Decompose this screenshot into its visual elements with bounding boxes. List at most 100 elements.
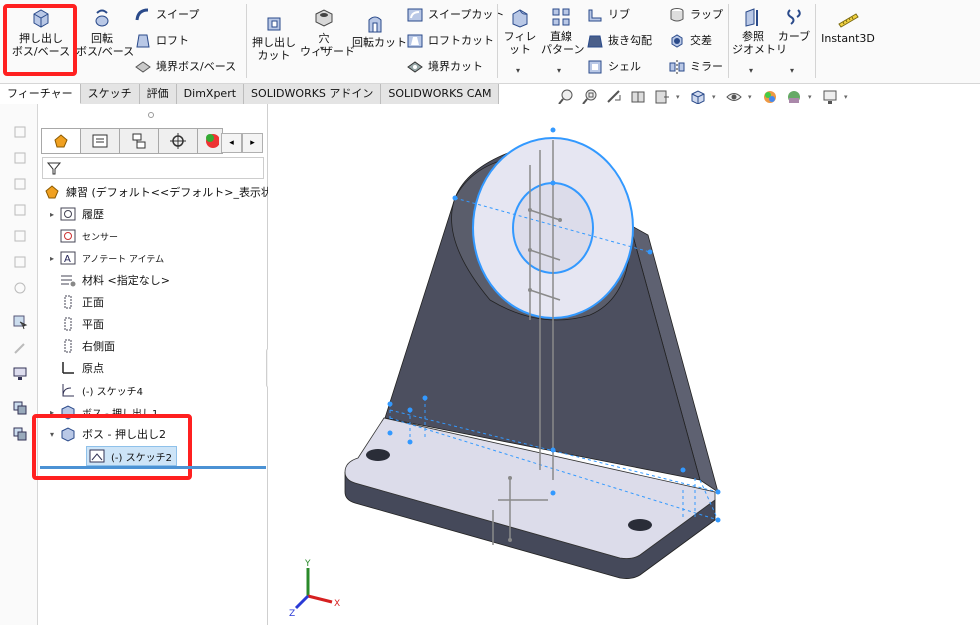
reference-geometry-button[interactable]: 参照 ジオメトリ xyxy=(732,6,787,56)
ribbon-separator xyxy=(246,4,247,78)
dropdown-icon[interactable]: ▾ xyxy=(844,93,852,101)
curves-label: カーブ xyxy=(777,30,811,43)
linear-pattern-label: 直線 パターン xyxy=(541,30,585,56)
boundary-cut-button[interactable]: 境界カット xyxy=(406,57,483,77)
display-icon[interactable] xyxy=(9,364,31,384)
tab-sketch[interactable]: スケッチ xyxy=(80,84,140,104)
left-selection-toolbar xyxy=(0,104,38,625)
box-select-icon[interactable] xyxy=(9,226,31,246)
lofted-cut-button[interactable]: ロフトカット xyxy=(406,31,494,51)
instant3d-button[interactable]: Instant3D xyxy=(818,8,878,45)
command-manager-tabs: フィーチャー スケッチ 評価 DimXpert SOLIDWORKS アドイン … xyxy=(0,84,500,104)
shell-button[interactable]: シェル xyxy=(586,57,641,77)
intersect-button[interactable]: 交差 xyxy=(668,31,712,51)
sphere-icon[interactable] xyxy=(9,278,31,298)
dropdown-icon[interactable]: ▾ xyxy=(808,93,816,101)
tree-item-right-plane[interactable]: 右側面 xyxy=(46,336,115,356)
curves-dropdown-icon[interactable]: ▾ xyxy=(790,66,794,75)
fillet-icon xyxy=(512,9,528,28)
box-select-icon[interactable] xyxy=(9,122,31,142)
curves-icon xyxy=(787,9,801,25)
tab-evaluate[interactable]: 評価 xyxy=(139,84,177,104)
box-select-icon[interactable] xyxy=(9,200,31,220)
wrap-icon xyxy=(670,8,684,22)
tree-item-material[interactable]: 材料 <指定なし> xyxy=(46,270,170,290)
loft-button[interactable]: ロフト xyxy=(134,31,189,51)
sweep-button[interactable]: スイープ xyxy=(134,5,199,25)
tree-item-sensors[interactable]: センサー xyxy=(46,226,118,246)
dimxpert-manager-tab-icon[interactable] xyxy=(158,128,198,154)
annotation-icon: A xyxy=(58,249,78,267)
shell-icon xyxy=(588,60,602,74)
panel-grip-icon[interactable] xyxy=(148,112,154,118)
feature-manager-tab-icon[interactable] xyxy=(41,128,81,154)
ribbon-separator xyxy=(728,4,729,78)
lofted-cut-label: ロフトカット xyxy=(428,34,494,47)
graphics-area[interactable] xyxy=(268,104,980,625)
tree-item-label: (-) スケッチ4 xyxy=(82,386,143,398)
scroll-right-icon[interactable]: ▸ xyxy=(242,133,263,153)
loft-label: ロフト xyxy=(156,34,189,47)
reference-geometry-icon xyxy=(745,8,758,27)
scroll-left-icon[interactable]: ◂ xyxy=(221,133,242,153)
box-select-icon[interactable] xyxy=(9,148,31,168)
extrude-cut-button[interactable]: 押し出し カット xyxy=(250,14,298,62)
extrude-cut-label: 押し出し カット xyxy=(252,36,296,62)
tab-features[interactable]: フィーチャー xyxy=(0,84,81,104)
intersect-label: 交差 xyxy=(690,34,712,47)
move-icon[interactable] xyxy=(9,424,31,444)
reference-geometry-dropdown-icon[interactable]: ▾ xyxy=(749,66,753,75)
expand-arrow-icon[interactable]: ▸ xyxy=(46,210,58,219)
history-icon xyxy=(58,205,78,223)
configuration-manager-tab-icon[interactable] xyxy=(119,128,159,154)
dropdown-icon[interactable]: ▾ xyxy=(748,93,756,101)
fillet-button[interactable]: フィレット xyxy=(500,8,540,56)
display-manager-tab-icon[interactable] xyxy=(197,128,223,154)
copy-icon[interactable] xyxy=(9,398,31,418)
rib-button[interactable]: リブ xyxy=(586,5,630,25)
edit-tool-icon[interactable] xyxy=(9,338,31,358)
curves-button[interactable]: カーブ xyxy=(776,6,812,43)
dropdown-icon[interactable]: ▾ xyxy=(676,93,684,101)
svg-text:A: A xyxy=(64,254,71,265)
select-cursor-icon[interactable] xyxy=(9,312,31,332)
linear-pattern-button[interactable]: 直線 パターン xyxy=(541,6,585,56)
tree-root-part[interactable]: 練習 (デフォルト<<デフォルト>_表示状態 1> xyxy=(42,182,303,202)
tree-item-origin[interactable]: 原点 xyxy=(46,358,104,378)
ribbon-separator xyxy=(815,4,816,78)
rollback-bar[interactable] xyxy=(40,466,266,469)
swept-cut-button[interactable]: スイープカット xyxy=(406,5,504,25)
feature-manager-panel: ◂ ▸ 練習 (デフォルト<<デフォルト>_表示状態 1> ▸ 履歴 センサー … xyxy=(32,104,303,625)
mirror-icon xyxy=(669,60,685,74)
hole-wizard-dropdown-icon[interactable]: ▾ xyxy=(320,44,324,53)
property-manager-tab-icon[interactable] xyxy=(80,128,120,154)
plane-icon xyxy=(58,337,78,355)
boundary-boss-button[interactable]: 境界ボス/ベース xyxy=(134,57,236,77)
mirror-label: ミラー xyxy=(690,60,723,73)
fillet-dropdown-icon[interactable]: ▾ xyxy=(516,66,520,75)
mirror-button[interactable]: ミラー xyxy=(668,57,723,77)
tree-item-sketch4[interactable]: (-) スケッチ4 xyxy=(46,380,143,400)
revolve-boss-button[interactable]: 回転 ボス/ベース xyxy=(76,6,134,58)
plane-icon xyxy=(58,293,78,311)
tab-cam[interactable]: SOLIDWORKS CAM xyxy=(381,84,500,104)
shell-label: シェル xyxy=(608,60,641,73)
expand-arrow-icon[interactable]: ▸ xyxy=(46,254,58,263)
tree-item-front-plane[interactable]: 正面 xyxy=(46,292,104,312)
filter-box[interactable] xyxy=(42,157,264,179)
box-select-icon[interactable] xyxy=(9,174,31,194)
tree-item-top-plane[interactable]: 平面 xyxy=(46,314,104,334)
draft-button[interactable]: 抜き勾配 xyxy=(586,31,652,51)
revolve-cut-button[interactable]: 回転カット xyxy=(352,14,407,49)
tree-item-annotations[interactable]: ▸ A アノテート アイテム xyxy=(46,248,164,268)
tab-dimxpert[interactable]: DimXpert xyxy=(176,84,245,104)
tree-item-history[interactable]: ▸ 履歴 xyxy=(46,204,104,224)
linear-pattern-dropdown-icon[interactable]: ▾ xyxy=(557,66,561,75)
tab-addins[interactable]: SOLIDWORKS アドイン xyxy=(244,84,382,104)
tree-item-label: 原点 xyxy=(82,362,104,375)
wrap-button[interactable]: ラップ xyxy=(668,5,723,25)
box-select-icon[interactable] xyxy=(9,252,31,272)
ribbon-separator xyxy=(497,4,498,78)
sensor-icon xyxy=(58,227,78,245)
dropdown-icon[interactable]: ▾ xyxy=(712,93,720,101)
